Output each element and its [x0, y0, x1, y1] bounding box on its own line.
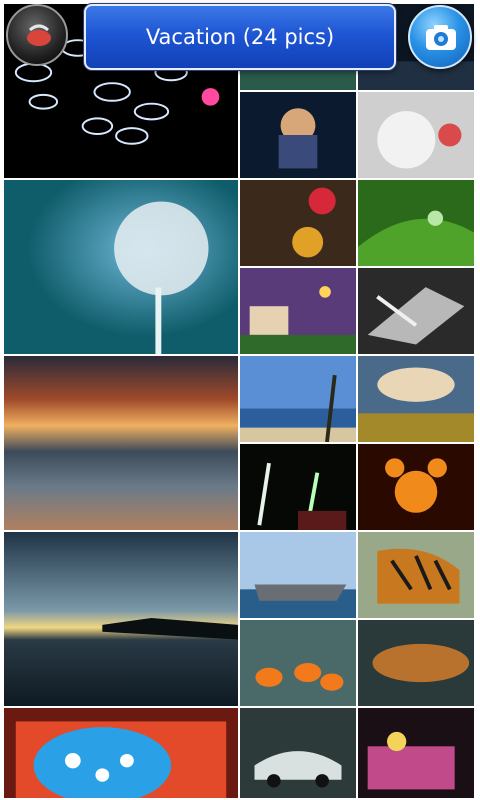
album-back-icon	[24, 20, 54, 50]
photo-field-clouds[interactable]	[356, 354, 476, 444]
album-title-button[interactable]: Vacation (24 pics)	[84, 4, 396, 70]
photo-glass-art[interactable]	[356, 266, 476, 356]
photo-mickey-lanterns[interactable]	[356, 442, 476, 532]
photo-fireworks[interactable]	[238, 442, 358, 532]
photo-dandelion[interactable]	[2, 178, 240, 356]
photo-battleship[interactable]	[238, 530, 358, 620]
album-title: Vacation (24 pics)	[145, 25, 335, 49]
photo-parade-float[interactable]	[356, 706, 476, 800]
photo-bronze-capsule[interactable]	[356, 618, 476, 708]
photo-pooh-balloon[interactable]	[238, 178, 358, 268]
photo-white-teddy[interactable]	[356, 90, 476, 180]
photo-blue-whale-painting[interactable]	[2, 706, 240, 800]
camera-button[interactable]	[408, 5, 472, 69]
photo-green-leaf-drop[interactable]	[356, 178, 476, 268]
photo-tiger[interactable]	[356, 530, 476, 620]
photo-lake-sunset[interactable]	[2, 530, 240, 708]
album-back-button[interactable]	[6, 4, 68, 66]
photo-palm-beach[interactable]	[238, 354, 358, 444]
photo-fantasy-woman[interactable]	[238, 90, 358, 180]
photo-sports-car[interactable]	[238, 706, 358, 800]
photo-clownfish[interactable]	[238, 618, 358, 708]
photo-castle-garden[interactable]	[238, 266, 358, 356]
photo-beach-sunset[interactable]	[2, 354, 240, 532]
